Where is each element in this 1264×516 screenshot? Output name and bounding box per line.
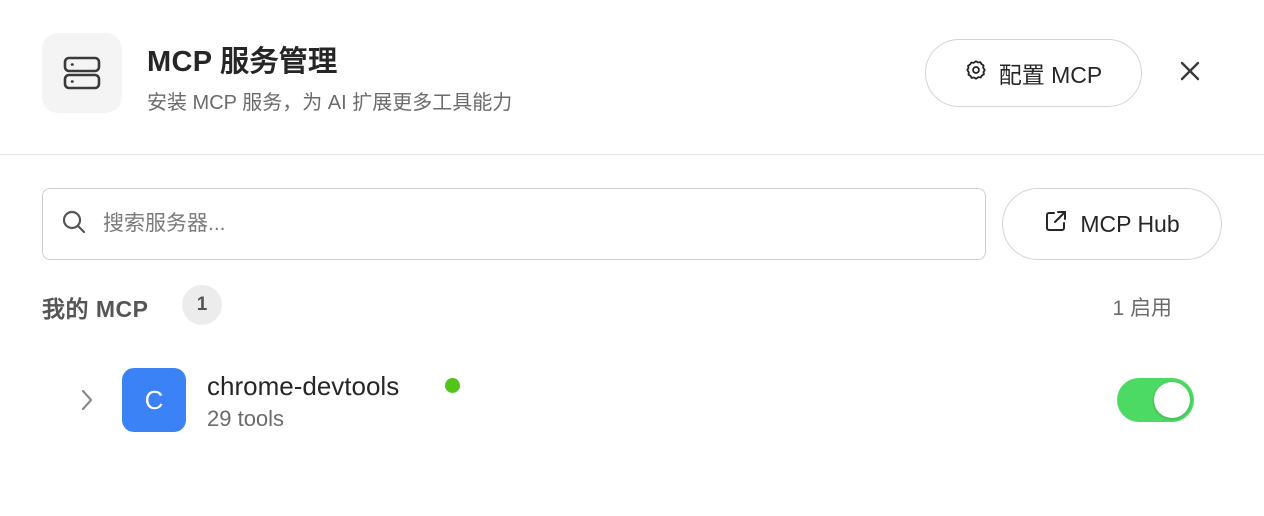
external-link-icon: [1044, 209, 1068, 239]
server-enable-toggle[interactable]: [1117, 378, 1194, 422]
enabled-count: 1 启用: [1112, 297, 1172, 320]
server-tools-count: 29 tools: [207, 406, 285, 431]
count-badge: 1: [182, 285, 222, 325]
server-row[interactable]: C chrome-devtools 29 tools: [0, 355, 1264, 450]
dialog-title: MCP 服务管理: [147, 46, 338, 78]
close-button[interactable]: [1170, 53, 1210, 93]
gear-icon: [965, 59, 987, 87]
status-dot: [445, 378, 460, 393]
dialog-subtitle: 安装 MCP 服务，为 AI 扩展更多工具能力: [147, 92, 513, 114]
server-icon: [42, 33, 122, 113]
close-icon: [1179, 60, 1201, 87]
search-input[interactable]: [103, 212, 923, 236]
server-name: chrome-devtools: [207, 371, 400, 401]
config-mcp-label: 配置 MCP: [998, 62, 1103, 88]
mcp-hub-button[interactable]: MCP Hub: [1002, 188, 1222, 260]
search-field[interactable]: [42, 188, 986, 260]
mcp-dialog: MCP 服务管理 安装 MCP 服务，为 AI 扩展更多工具能力 配置 MCP: [0, 0, 1264, 516]
toggle-knob: [1154, 382, 1190, 418]
server-avatar: C: [122, 368, 186, 432]
chevron-right-icon[interactable]: [74, 385, 100, 415]
section-title: 我的 MCP: [42, 296, 149, 322]
dialog-header: MCP 服务管理 安装 MCP 服务，为 AI 扩展更多工具能力 配置 MCP: [0, 0, 1264, 155]
config-mcp-button[interactable]: 配置 MCP: [925, 39, 1142, 107]
mcp-hub-label: MCP Hub: [1080, 210, 1180, 237]
search-icon: [61, 209, 87, 240]
